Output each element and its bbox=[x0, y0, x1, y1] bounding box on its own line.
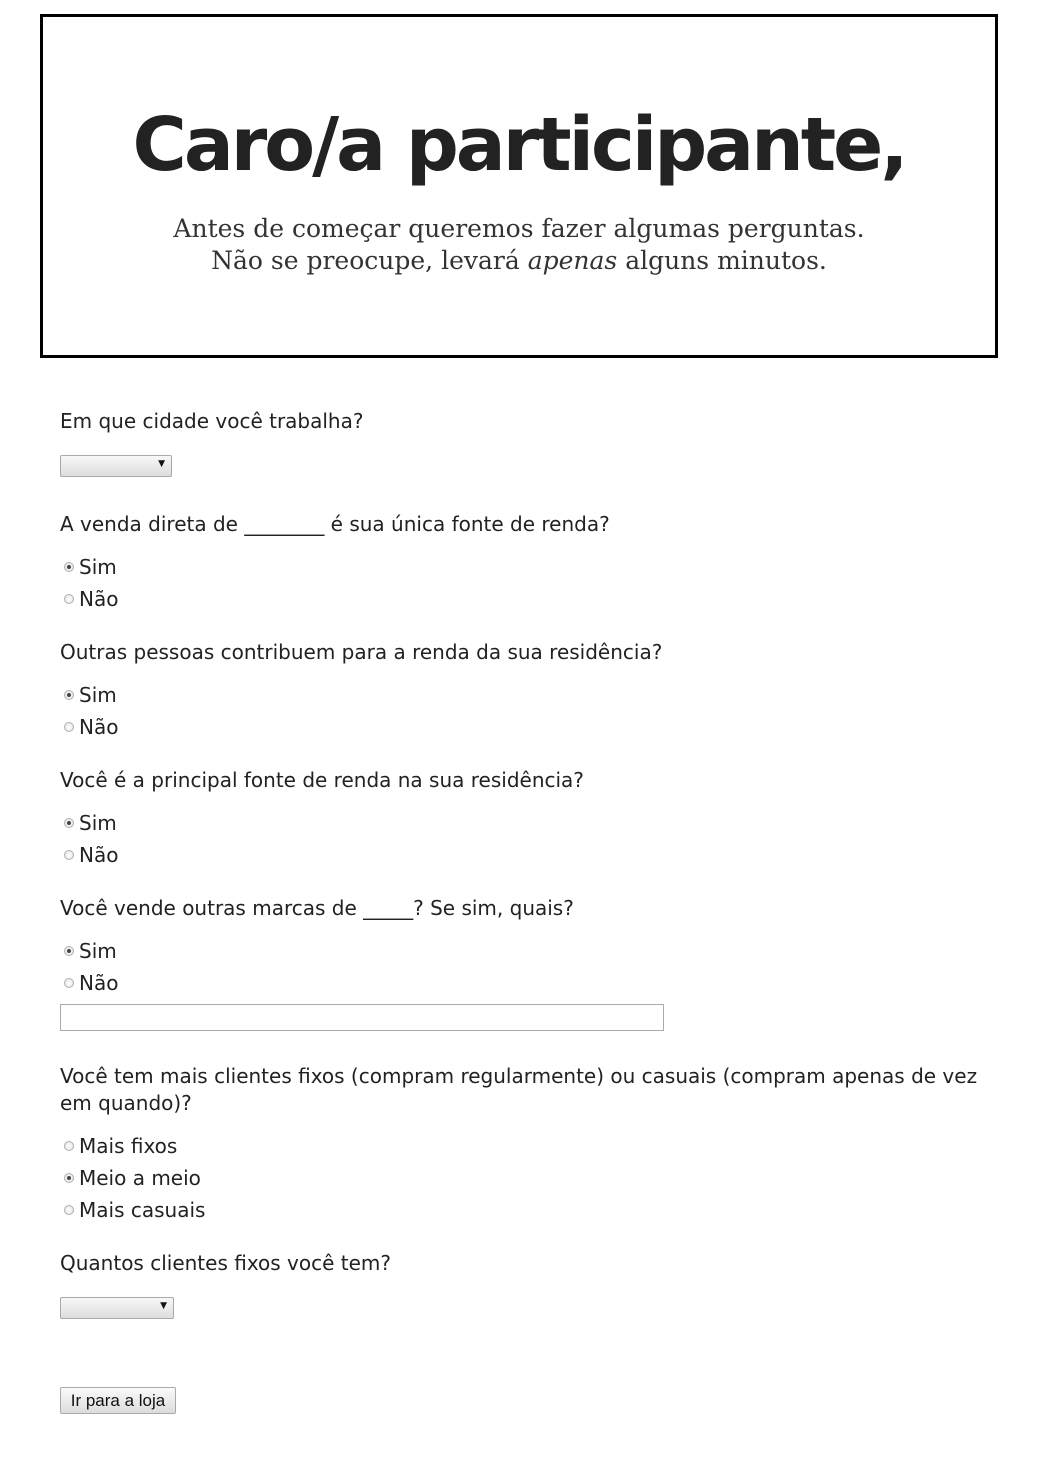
question-main-source-label: Você é a principal fonte de renda na sua… bbox=[60, 768, 584, 792]
radio-label: Não bbox=[79, 715, 119, 739]
radio-label: Sim bbox=[79, 811, 117, 835]
intro-line-2-end: alguns minutos. bbox=[617, 246, 827, 275]
fixed-clients-select[interactable]: ▼ bbox=[60, 1297, 174, 1319]
radio-label: Não bbox=[79, 587, 119, 611]
intro-text: Antes de começar queremos fazer algumas … bbox=[43, 213, 995, 277]
radio-label: Mais fixos bbox=[79, 1134, 178, 1158]
radio-button[interactable] bbox=[64, 978, 74, 988]
radio-button[interactable] bbox=[64, 1205, 74, 1215]
radio-label: Mais casuais bbox=[79, 1198, 206, 1222]
radio-button[interactable] bbox=[64, 1141, 74, 1151]
client-type-option-mais-fixos[interactable]: Mais fixos bbox=[64, 1132, 177, 1160]
radio-button[interactable] bbox=[64, 562, 74, 572]
radio-label: Não bbox=[79, 843, 119, 867]
radio-button[interactable] bbox=[64, 1173, 74, 1183]
client-type-option-mais-casuais[interactable]: Mais casuais bbox=[64, 1196, 205, 1224]
radio-button[interactable] bbox=[64, 850, 74, 860]
radio-button[interactable] bbox=[64, 722, 74, 732]
question-other-brands-label: Você vende outras marcas de _____? Se si… bbox=[60, 896, 574, 920]
main-source-option-nao[interactable]: Não bbox=[64, 841, 118, 869]
radio-label: Sim bbox=[79, 683, 117, 707]
intro-line-2-start: Não se preocupe, levará bbox=[211, 246, 528, 275]
city-select[interactable]: ▼ bbox=[60, 455, 172, 477]
question-only-income-label: A venda direta de ________ é sua única f… bbox=[60, 512, 610, 536]
others-contribute-option-nao[interactable]: Não bbox=[64, 713, 118, 741]
intro-line-2: Não se preocupe, levará apenas alguns mi… bbox=[43, 245, 995, 277]
question-city-label: Em que cidade você trabalha? bbox=[60, 409, 364, 433]
chevron-down-icon: ▼ bbox=[160, 1301, 167, 1311]
only-income-option-sim[interactable]: Sim bbox=[64, 553, 117, 581]
radio-button[interactable] bbox=[64, 594, 74, 604]
page-title: Caro/a participante, bbox=[132, 102, 909, 188]
radio-button[interactable] bbox=[64, 818, 74, 828]
welcome-banner: Caro/a participante, Antes de começar qu… bbox=[40, 14, 998, 358]
intro-line-1: Antes de começar queremos fazer algumas … bbox=[173, 214, 865, 243]
only-income-option-nao[interactable]: Não bbox=[64, 585, 118, 613]
question-fixed-clients-label: Quantos clientes fixos você tem? bbox=[60, 1251, 392, 1275]
radio-button[interactable] bbox=[64, 690, 74, 700]
radio-label: Sim bbox=[79, 555, 117, 579]
other-brands-option-nao[interactable]: Não bbox=[64, 969, 118, 997]
intro-line-2-emphasis: apenas bbox=[527, 246, 618, 275]
question-others-contribute-label: Outras pessoas contribuem para a renda d… bbox=[60, 640, 663, 664]
other-brands-option-sim[interactable]: Sim bbox=[64, 937, 117, 965]
radio-label: Não bbox=[79, 971, 119, 995]
radio-label: Sim bbox=[79, 939, 117, 963]
chevron-down-icon: ▼ bbox=[158, 459, 165, 469]
client-type-option-meio-a-meio[interactable]: Meio a meio bbox=[64, 1164, 201, 1192]
radio-label: Meio a meio bbox=[79, 1166, 201, 1190]
others-contribute-option-sim[interactable]: Sim bbox=[64, 681, 117, 709]
go-to-store-button[interactable]: Ir para a loja bbox=[60, 1387, 176, 1414]
radio-button[interactable] bbox=[64, 946, 74, 956]
main-source-option-sim[interactable]: Sim bbox=[64, 809, 117, 837]
other-brands-input[interactable] bbox=[60, 1004, 664, 1031]
question-client-type-label: Você tem mais clientes fixos (compram re… bbox=[60, 1064, 978, 1115]
